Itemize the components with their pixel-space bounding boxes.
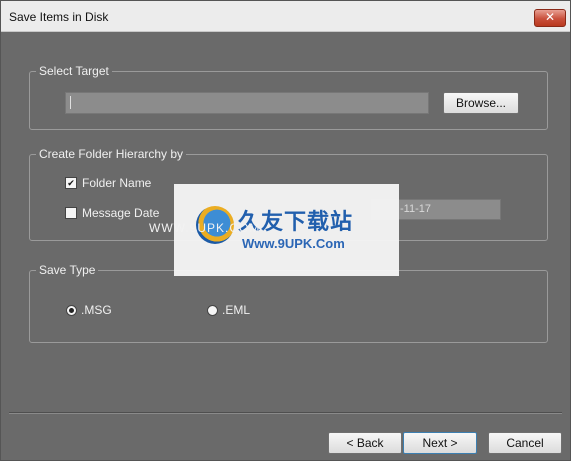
checkmark-icon: ✔ [67, 178, 75, 188]
select-target-legend: Select Target [36, 64, 112, 79]
next-button[interactable]: Next > [403, 432, 477, 454]
eml-label: .EML [222, 303, 251, 317]
cancel-button[interactable]: Cancel [488, 432, 562, 454]
target-path-input[interactable] [65, 92, 429, 114]
message-date-checkbox[interactable] [65, 207, 77, 219]
save-items-dialog: Save Items in Disk ✕ Select Target Brows… [0, 0, 571, 461]
close-icon: ✕ [544, 10, 556, 24]
message-date-label: Message Date [82, 206, 160, 220]
browse-button[interactable]: Browse... [443, 92, 519, 114]
folder-name-checkbox[interactable]: ✔ [65, 177, 77, 189]
title-bar: Save Items in Disk ✕ [1, 1, 570, 32]
watermark-side-text: WWW.9UPK.COM [149, 221, 261, 235]
eml-option[interactable]: .EML [207, 303, 250, 317]
msg-radio[interactable] [66, 304, 77, 316]
back-button[interactable]: < Back [328, 432, 402, 454]
save-type-legend: Save Type [36, 263, 99, 278]
message-date-option[interactable]: Message Date [65, 206, 159, 220]
text-caret [70, 96, 71, 109]
watermark-url: Www.9UPK.Com [242, 236, 345, 251]
folder-name-label: Folder Name [82, 176, 152, 190]
msg-option[interactable]: .MSG [66, 303, 112, 317]
footer-separator [9, 412, 562, 414]
folder-name-option[interactable]: ✔ Folder Name [65, 176, 151, 190]
window-title: Save Items in Disk [9, 10, 109, 24]
msg-label: .MSG [81, 303, 112, 317]
folder-hierarchy-legend: Create Folder Hierarchy by [36, 147, 187, 162]
radio-dot-icon [69, 307, 74, 313]
eml-radio[interactable] [207, 304, 218, 316]
close-button[interactable]: ✕ [534, 9, 566, 27]
